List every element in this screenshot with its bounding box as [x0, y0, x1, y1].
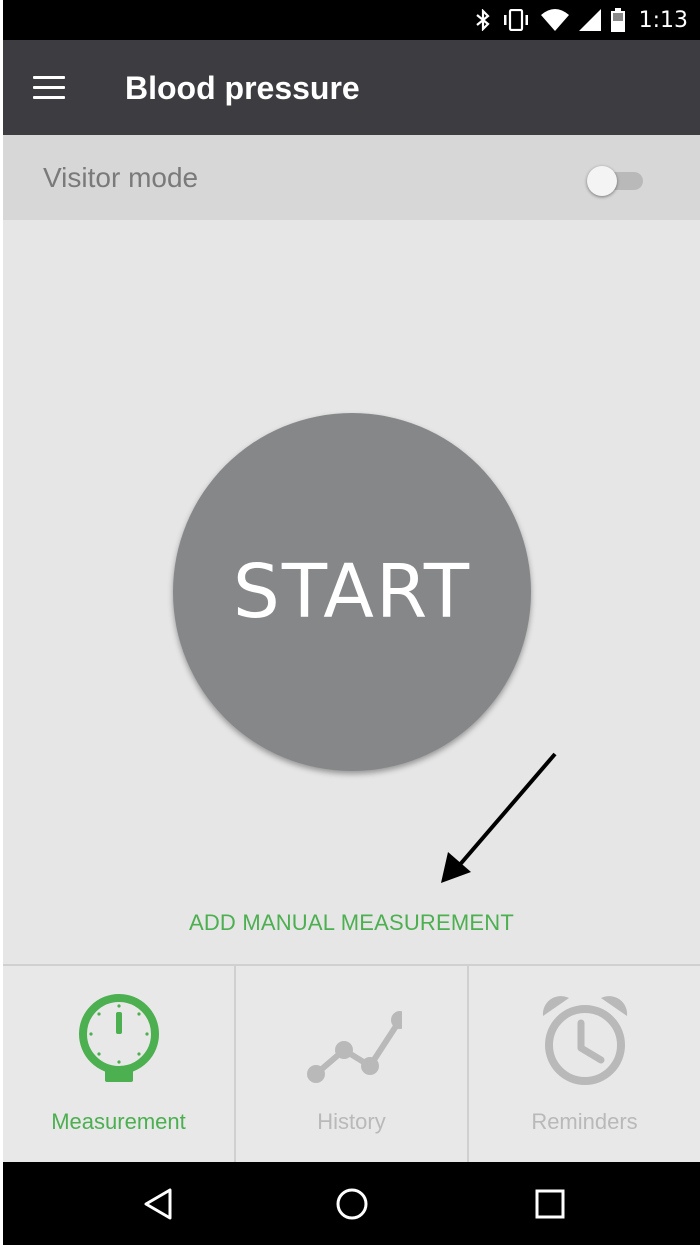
- bluetooth-icon: [475, 9, 490, 31]
- vibrate-icon: [503, 9, 528, 31]
- toggle-thumb: [587, 166, 617, 196]
- gauge-icon: [78, 994, 159, 1082]
- visitor-mode-label: Visitor mode: [43, 162, 199, 193]
- start-button[interactable]: START: [173, 413, 531, 771]
- back-icon[interactable]: [138, 1184, 178, 1224]
- battery-icon: [610, 8, 625, 32]
- alarm-clock-icon: [542, 996, 627, 1085]
- status-time: 1:13: [638, 7, 688, 33]
- cell-signal-icon: [578, 9, 601, 31]
- annotation-arrow-icon: [441, 752, 557, 883]
- wifi-icon: [540, 9, 569, 31]
- tab-history[interactable]: History: [234, 966, 467, 1164]
- status-icons: 1:13: [475, 0, 688, 40]
- android-nav-bar: [3, 1162, 700, 1245]
- tab-measurement[interactable]: Measurement: [3, 966, 234, 1164]
- recents-icon[interactable]: [530, 1184, 570, 1224]
- add-manual-measurement-link[interactable]: ADD MANUAL MEASUREMENT: [3, 910, 700, 936]
- app-bar: Blood pressure: [3, 40, 700, 135]
- tab-reminders[interactable]: Reminders: [467, 966, 700, 1164]
- hamburger-menu-icon[interactable]: [33, 76, 67, 100]
- visitor-mode-toggle[interactable]: [587, 166, 645, 196]
- tab-label-reminders: Reminders: [531, 1109, 638, 1134]
- tab-label-history: History: [317, 1109, 386, 1134]
- page-title: Blood pressure: [125, 70, 360, 106]
- home-icon[interactable]: [332, 1184, 372, 1224]
- status-bar: 1:13: [3, 0, 700, 40]
- bottom-tab-bar: Measurement History Reminders: [3, 964, 700, 1164]
- line-graph-icon: [306, 1011, 402, 1083]
- tab-label-measurement: Measurement: [51, 1109, 186, 1134]
- start-label: START: [232, 549, 472, 635]
- app-screen: 1:13 Blood pressure Visitor mode START A…: [3, 0, 700, 1245]
